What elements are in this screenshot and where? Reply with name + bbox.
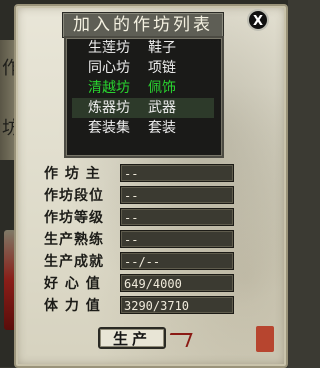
stat-level: 作坊等级 -- [44, 208, 234, 228]
stat-label: 生产成就 [44, 254, 104, 270]
workshop-item: 武器 [148, 100, 176, 116]
stat-value: --/-- [120, 252, 234, 270]
stat-value: -- [120, 164, 234, 182]
stat-label: 好 心 值 [44, 276, 101, 292]
stat-proficiency: 生产熟练 -- [44, 230, 234, 250]
stat-rank: 作坊段位 -- [44, 186, 234, 206]
workshop-name: 生莲坊 [88, 40, 130, 56]
stat-value: -- [120, 230, 234, 248]
stat-value: 3290/3710 [120, 296, 234, 314]
workshop-item: 套装 [148, 120, 176, 136]
workshop-name: 套装集 [88, 120, 130, 136]
workshop-name: 炼器坊 [88, 100, 130, 116]
stat-value: 649/4000 [120, 274, 234, 292]
stat-label: 作坊段位 [44, 188, 104, 204]
stat-stamina: 体 力 值 3290/3710 [44, 296, 234, 316]
workshop-name: 清越坊 [88, 80, 130, 96]
workshop-name: 同心坊 [88, 60, 130, 76]
close-icon: X [252, 14, 264, 29]
stat-label: 生产熟练 [44, 232, 104, 248]
close-button[interactable]: X [247, 9, 269, 31]
workshop-item: 项链 [148, 60, 176, 76]
stat-achievement: 生产成就 --/-- [44, 252, 234, 272]
seal-stamp [256, 326, 274, 352]
stat-label: 体 力 值 [44, 298, 101, 314]
stat-value: -- [120, 208, 234, 226]
workshop-row[interactable]: 生莲坊 鞋子 [72, 38, 214, 58]
stat-label: 作坊等级 [44, 210, 104, 226]
workshop-row-highlighted[interactable]: 清越坊 佩饰 [72, 78, 214, 98]
workshop-item: 佩饰 [148, 80, 176, 96]
stat-label: 作 坊 主 [44, 166, 101, 182]
workshop-row[interactable]: 套装集 套装 [72, 118, 214, 138]
stat-value: -- [120, 186, 234, 204]
workshop-item: 鞋子 [148, 40, 176, 56]
workshop-row-selected[interactable]: 炼器坊 武器 [72, 98, 214, 118]
stat-owner: 作 坊 主 -- [44, 164, 234, 184]
title-bar: 加入的作坊列表 [62, 12, 224, 38]
stat-kindness: 好 心 值 649/4000 [44, 274, 234, 294]
workshop-row[interactable]: 同心坊 项链 [72, 58, 214, 78]
window-title: 加入的作坊列表 [73, 15, 213, 35]
workshop-list: 生莲坊 鞋子 同心坊 项链 清越坊 佩饰 炼器坊 武器 套装集 套装 [64, 36, 224, 158]
produce-button[interactable]: 生产 [98, 327, 166, 349]
